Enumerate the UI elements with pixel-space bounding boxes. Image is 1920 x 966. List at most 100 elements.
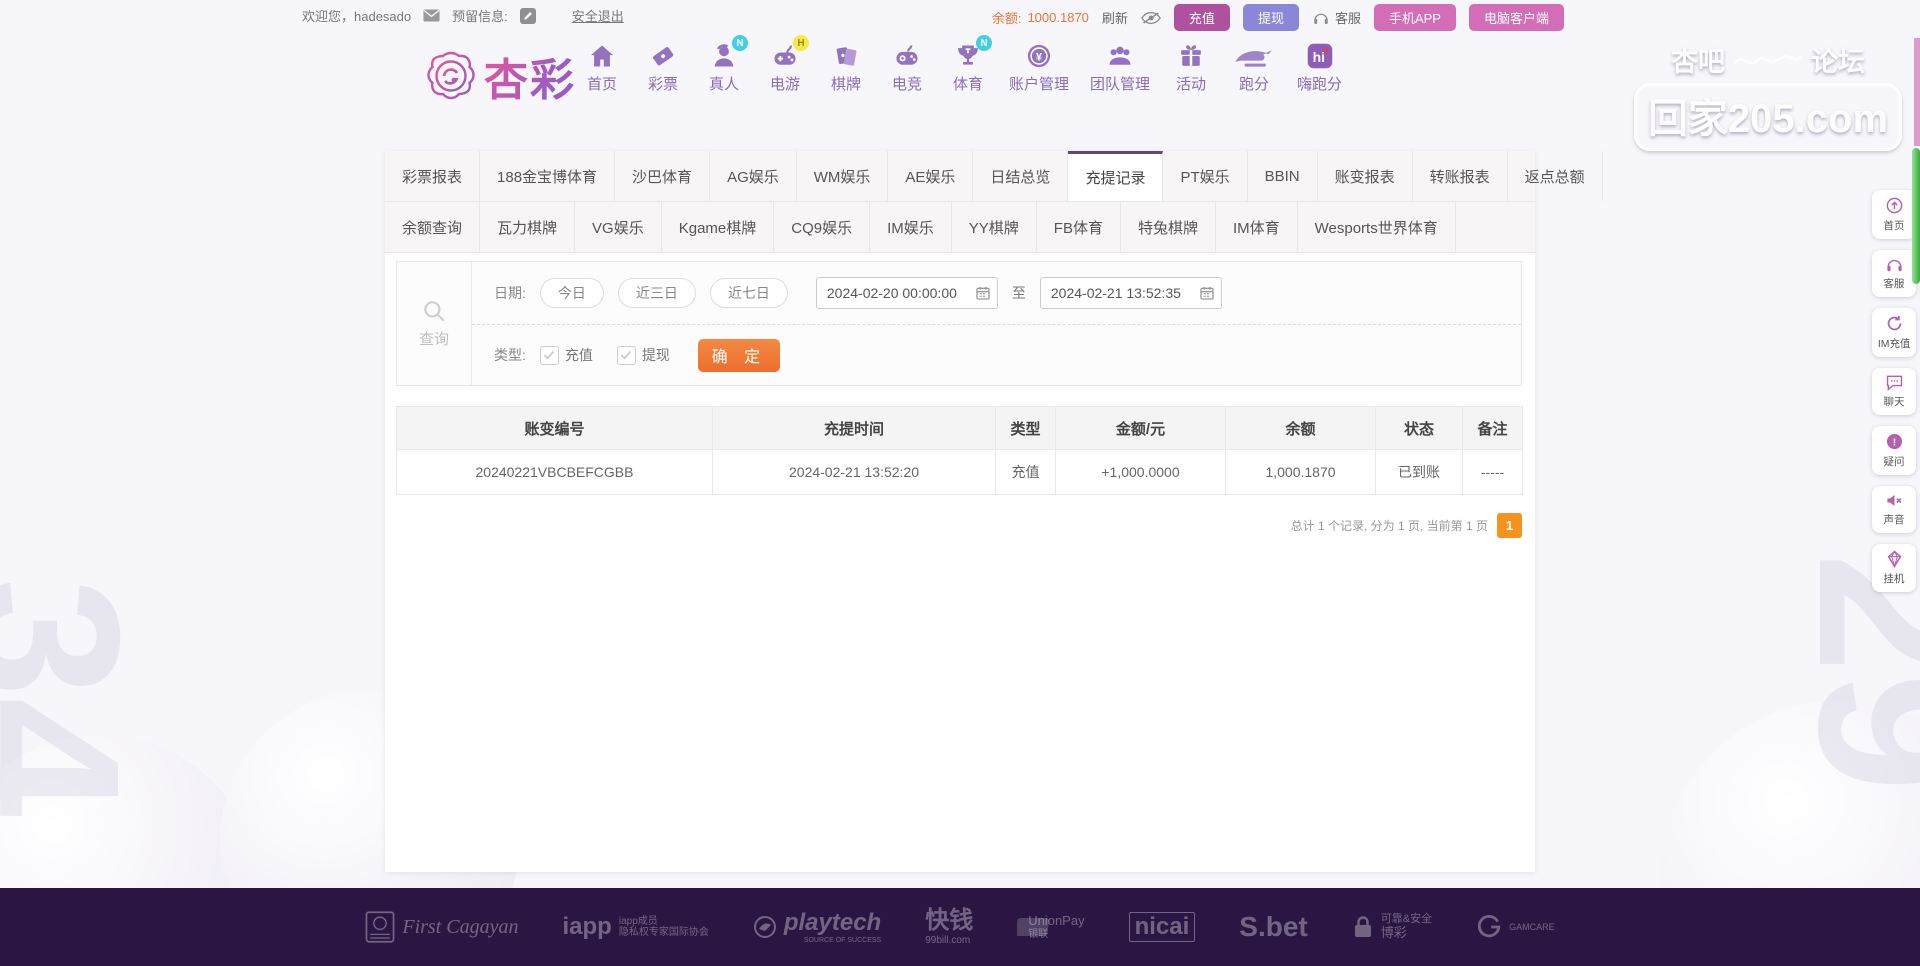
cell-transaction-id: 20240221VBCBEFCGBB bbox=[396, 449, 713, 495]
sidebar-item-im-recharge[interactable]: IM充值 bbox=[1872, 308, 1916, 357]
svg-text:¥: ¥ bbox=[1036, 52, 1043, 64]
background-number-left: 34 bbox=[0, 577, 166, 818]
nav-label: 棋牌 bbox=[830, 76, 861, 93]
tab-wm[interactable]: WM娱乐 bbox=[797, 151, 889, 201]
tab-saba-sports[interactable]: 沙巴体育 bbox=[615, 151, 711, 201]
footer-logo-sub: SOURCE OF SUCCESS bbox=[803, 936, 882, 944]
pc-client-button[interactable]: 电脑客户端 bbox=[1468, 4, 1564, 31]
type-withdraw-checkbox[interactable]: 提现 bbox=[616, 345, 670, 365]
footer-logo-text: 快钱 bbox=[925, 907, 974, 935]
tab-fb-sports[interactable]: FB体育 bbox=[1037, 202, 1121, 252]
cell-amount: +1,000.0000 bbox=[1055, 449, 1226, 495]
question-icon: ! bbox=[1886, 433, 1902, 450]
mail-icon[interactable] bbox=[423, 9, 440, 22]
footer-logo-gamcare: GAMCARE bbox=[1476, 914, 1555, 940]
watermark-line1: 杏吧 论坛 bbox=[1634, 40, 1902, 79]
nav-sports[interactable]: N 体育 bbox=[948, 35, 992, 94]
sidebar-item-sound[interactable]: 声音 bbox=[1872, 486, 1916, 533]
records-table: 账变编号 充提时间 类型 金额/元 余额 状态 备注 20240221VBCBE… bbox=[396, 406, 1523, 495]
deposit-button[interactable]: 充值 bbox=[1173, 4, 1230, 31]
tab-wesports[interactable]: Wesports世界体育 bbox=[1298, 202, 1456, 252]
tab-account-change-report[interactable]: 账变报表 bbox=[1318, 151, 1413, 201]
tab-row-filler bbox=[1456, 202, 1535, 252]
date-to-input[interactable] bbox=[1048, 284, 1193, 302]
logout-link[interactable]: 安全退出 bbox=[572, 6, 624, 25]
tab-row-2: 余额查询 瓦力棋牌 VG娱乐 Kgame棋牌 CQ9娱乐 IM娱乐 YY棋牌 F… bbox=[385, 202, 1535, 253]
nav-home[interactable]: 首页 bbox=[582, 42, 622, 94]
scrollbar-track[interactable] bbox=[1914, 38, 1920, 146]
nav-chess[interactable]: 棋牌 bbox=[826, 42, 866, 94]
brand-logo[interactable]: 杏彩 bbox=[424, 44, 576, 108]
type-deposit-label: 充值 bbox=[564, 347, 593, 363]
service-label[interactable]: 客服 bbox=[1335, 8, 1361, 27]
eye-off-icon[interactable] bbox=[1140, 11, 1161, 25]
date-from-input[interactable] bbox=[824, 284, 969, 302]
edit-icon[interactable] bbox=[519, 7, 536, 24]
refresh-link[interactable]: 刷新 bbox=[1102, 8, 1128, 27]
withdraw-button[interactable]: 提现 bbox=[1242, 4, 1299, 31]
confirm-button[interactable]: 确 定 bbox=[697, 338, 780, 372]
tab-ag[interactable]: AG娱乐 bbox=[710, 151, 797, 201]
nav-account[interactable]: ¥ 账户管理 bbox=[1009, 42, 1069, 94]
footer-logo-text: UnionPay bbox=[1028, 912, 1085, 928]
tab-deposit-withdraw-records[interactable]: 充提记录 bbox=[1068, 151, 1164, 201]
tab-row-1: 彩票报表 188金宝博体育 沙巴体育 AG娱乐 WM娱乐 AE娱乐 日结总览 充… bbox=[385, 151, 1603, 202]
sidebar-item-service[interactable]: 客服 bbox=[1872, 250, 1916, 297]
nav-esports[interactable]: 电竞 bbox=[887, 42, 927, 94]
scrollbar-thumb[interactable] bbox=[1912, 148, 1920, 284]
nav-promos[interactable]: 活动 bbox=[1171, 42, 1211, 94]
nav-live[interactable]: N 真人 bbox=[704, 35, 748, 94]
nav-paofen[interactable]: 跑分 bbox=[1232, 42, 1276, 94]
tab-kgame[interactable]: Kgame棋牌 bbox=[662, 202, 775, 252]
nav-egames[interactable]: H 电游 bbox=[765, 35, 809, 94]
tab-yy-chess[interactable]: YY棋牌 bbox=[952, 202, 1037, 252]
type-label: 类型: bbox=[494, 347, 526, 363]
seal-icon bbox=[365, 911, 395, 943]
col-transaction-id: 账变编号 bbox=[396, 406, 713, 450]
tab-cq9[interactable]: CQ9娱乐 bbox=[774, 202, 871, 252]
sidebar-item-idle[interactable]: 挂机 bbox=[1872, 544, 1916, 592]
lock-icon bbox=[1354, 916, 1371, 937]
tab-im-sports[interactable]: IM体育 bbox=[1216, 202, 1298, 252]
sidebar-label: 挂机 bbox=[1883, 573, 1905, 585]
badge-n: N bbox=[732, 35, 748, 51]
tab-im-casino[interactable]: IM娱乐 bbox=[870, 202, 952, 252]
footer-logo-sub: 博彩 bbox=[1380, 924, 1407, 940]
tab-ae[interactable]: AE娱乐 bbox=[888, 151, 974, 201]
checkbox-icon bbox=[539, 345, 559, 365]
type-deposit-checkbox[interactable]: 充值 bbox=[539, 345, 593, 365]
footer-logo-text: 可靠&安全 bbox=[1380, 913, 1433, 926]
col-amount: 金额/元 bbox=[1055, 406, 1226, 450]
tab-wali-chess[interactable]: 瓦力棋牌 bbox=[480, 202, 576, 252]
mobile-app-button[interactable]: 手机APP bbox=[1373, 4, 1456, 31]
footer-logo-text: GAMCARE bbox=[1509, 922, 1555, 932]
nav-team[interactable]: 团队管理 bbox=[1090, 42, 1150, 94]
nav-lottery[interactable]: 彩票 bbox=[643, 42, 683, 94]
tab-188-sports[interactable]: 188金宝博体育 bbox=[480, 151, 616, 201]
ticket-icon bbox=[649, 42, 677, 70]
nav-label: 首页 bbox=[586, 76, 617, 93]
tab-daily-summary[interactable]: 日结总览 bbox=[973, 151, 1069, 201]
sidebar-item-chat[interactable]: 聊天 bbox=[1872, 368, 1916, 415]
calendar-icon[interactable] bbox=[975, 285, 991, 301]
tab-vg[interactable]: VG娱乐 bbox=[575, 202, 662, 252]
calendar-icon[interactable] bbox=[1199, 285, 1215, 301]
badge-n: N bbox=[976, 35, 992, 51]
search-icon bbox=[424, 301, 445, 322]
tab-tetu-chess[interactable]: 特兔棋牌 bbox=[1121, 202, 1216, 252]
sidebar-item-home[interactable]: 首页 bbox=[1872, 190, 1916, 239]
tab-transfer-report[interactable]: 转账报表 bbox=[1413, 151, 1508, 201]
nav-hipaofen[interactable]: hi 嗨跑分 bbox=[1297, 42, 1342, 94]
tab-bbin[interactable]: BBIN bbox=[1248, 151, 1318, 201]
topbar-left: 欢迎您，hadesado 预留信息: 安全退出 bbox=[302, 6, 624, 25]
tab-rebate-total[interactable]: 返点总额 bbox=[1508, 151, 1603, 201]
tab-balance-query[interactable]: 余额查询 bbox=[385, 202, 481, 252]
quick-3days-button[interactable]: 近三日 bbox=[617, 278, 696, 308]
sidebar-item-question[interactable]: ! 疑问 bbox=[1872, 426, 1916, 475]
quick-today-button[interactable]: 今日 bbox=[539, 278, 604, 308]
coin-icon: ¥ bbox=[1025, 42, 1053, 70]
page-1-button[interactable]: 1 bbox=[1497, 513, 1522, 538]
tab-pt[interactable]: PT娱乐 bbox=[1163, 151, 1248, 201]
tab-lottery-report[interactable]: 彩票报表 bbox=[385, 151, 481, 201]
quick-7days-button[interactable]: 近七日 bbox=[709, 278, 788, 308]
